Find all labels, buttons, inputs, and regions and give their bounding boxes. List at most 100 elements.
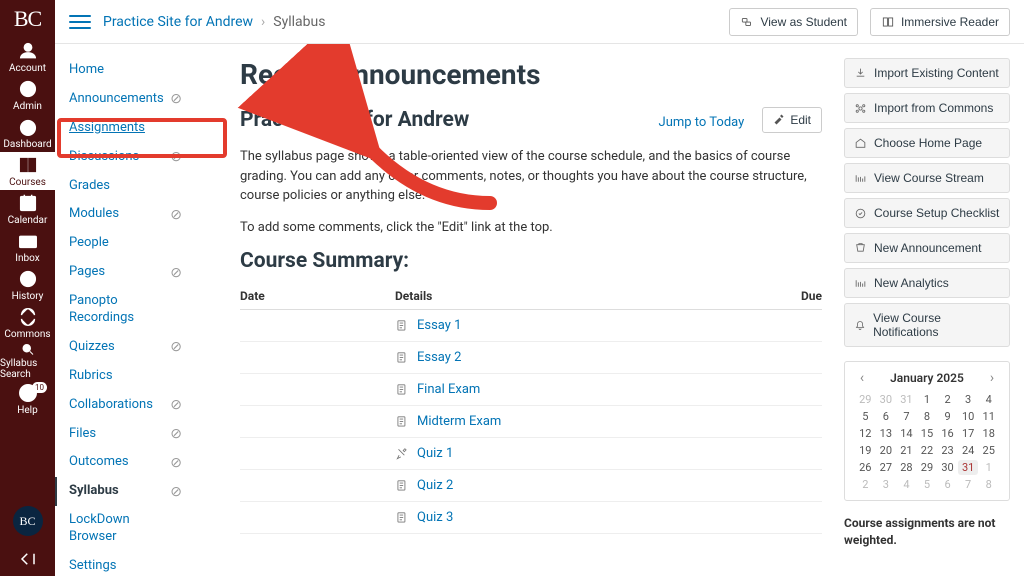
action-label: New Analytics <box>874 276 949 290</box>
calendar-day[interactable]: 31 <box>958 460 979 475</box>
calendar-day[interactable]: 31 <box>896 392 917 407</box>
view-as-student-button[interactable]: View as Student <box>729 8 858 36</box>
calendar-day[interactable]: 21 <box>896 443 917 458</box>
summary-item-link[interactable]: Final Exam <box>417 382 480 397</box>
calendar-day[interactable]: 23 <box>937 443 958 458</box>
summary-item-link[interactable]: Quiz 2 <box>417 478 453 493</box>
action-choose-home-page[interactable]: Choose Home Page <box>844 128 1010 158</box>
calendar-day[interactable]: 3 <box>958 392 979 407</box>
summary-item-link[interactable]: Midterm Exam <box>417 414 501 429</box>
calendar-day[interactable]: 14 <box>896 426 917 441</box>
immersive-reader-button[interactable]: Immersive Reader <box>870 8 1010 36</box>
nav-inbox[interactable]: Inbox <box>0 228 55 266</box>
calendar-day[interactable]: 29 <box>917 460 938 475</box>
calendar-day[interactable]: 2 <box>855 477 876 492</box>
calendar-day[interactable]: 30 <box>937 460 958 475</box>
summary-item-link[interactable]: Quiz 3 <box>417 510 453 525</box>
edit-label: Edit <box>790 113 811 127</box>
collapse-nav-button[interactable] <box>0 542 55 576</box>
brand-logo[interactable]: BC <box>0 0 55 38</box>
action-new-analytics[interactable]: New Analytics <box>844 268 1010 298</box>
calendar-day[interactable]: 6 <box>937 477 958 492</box>
nav-commons[interactable]: Commons <box>0 304 55 342</box>
breadcrumb-course[interactable]: Practice Site for Andrew <box>103 14 253 30</box>
nav-account[interactable]: Account <box>0 38 55 76</box>
nav-syllabus-search[interactable]: Syllabus Search <box>0 342 55 380</box>
calendar-day[interactable]: 3 <box>876 477 897 492</box>
calendar-prev-button[interactable]: ‹ <box>855 370 869 386</box>
calendar-day[interactable]: 4 <box>896 477 917 492</box>
action-import-existing-content[interactable]: Import Existing Content <box>844 58 1010 88</box>
calendar-day[interactable]: 11 <box>978 409 999 424</box>
coursenav-files[interactable]: Files <box>67 420 98 449</box>
calendar-day[interactable]: 7 <box>958 477 979 492</box>
coursenav-panopto-recordings[interactable]: Panopto Recordings <box>67 287 182 333</box>
calendar-next-button[interactable]: › <box>985 370 999 386</box>
calendar-day[interactable]: 13 <box>876 426 897 441</box>
action-new-announcement[interactable]: New Announcement <box>844 233 1010 263</box>
calendar-day[interactable]: 8 <box>978 477 999 492</box>
calendar-day[interactable]: 18 <box>978 426 999 441</box>
calendar-day[interactable]: 26 <box>855 460 876 475</box>
calendar-day[interactable]: 7 <box>896 409 917 424</box>
calendar-day[interactable]: 12 <box>855 426 876 441</box>
calendar-day[interactable]: 27 <box>876 460 897 475</box>
calendar-day[interactable]: 28 <box>896 460 917 475</box>
coursenav-assignments[interactable]: Assignments <box>67 114 147 143</box>
calendar-day[interactable]: 24 <box>958 443 979 458</box>
calendar-day[interactable]: 17 <box>958 426 979 441</box>
calendar-day[interactable]: 15 <box>917 426 938 441</box>
coursenav-rubrics[interactable]: Rubrics <box>67 362 115 391</box>
calendar-day[interactable]: 9 <box>937 409 958 424</box>
action-course-setup-checklist[interactable]: Course Setup Checklist <box>844 198 1010 228</box>
calendar-day[interactable]: 6 <box>876 409 897 424</box>
calendar-day[interactable]: 10 <box>958 409 979 424</box>
summary-item-link[interactable]: Essay 1 <box>417 318 461 333</box>
coursenav-grades[interactable]: Grades <box>67 172 112 201</box>
nav-help[interactable]: Help10 <box>0 380 55 418</box>
nav-dashboard[interactable]: Dashboard <box>0 114 55 152</box>
coursenav-people[interactable]: People <box>67 229 111 258</box>
calendar-day[interactable]: 8 <box>917 409 938 424</box>
nav-label: Commons <box>4 329 50 340</box>
action-import-from-commons[interactable]: Import from Commons <box>844 93 1010 123</box>
edit-button[interactable]: Edit <box>762 107 822 133</box>
calendar-day[interactable]: 19 <box>855 443 876 458</box>
coursenav-settings[interactable]: Settings <box>67 552 118 576</box>
jump-to-today-link[interactable]: Jump to Today <box>659 115 745 130</box>
coursenav-modules[interactable]: Modules <box>67 200 121 229</box>
summary-item-link[interactable]: Quiz 1 <box>417 446 453 461</box>
calendar-day[interactable]: 5 <box>917 477 938 492</box>
nav-calendar[interactable]: Calendar <box>0 190 55 228</box>
calendar-day[interactable]: 1 <box>917 392 938 407</box>
calendar-day[interactable]: 16 <box>937 426 958 441</box>
coursenav-collaborations[interactable]: Collaborations <box>67 391 155 420</box>
coursenav-announcements[interactable]: Announcements <box>67 85 166 114</box>
nav-history[interactable]: History <box>0 266 55 304</box>
calendar-day[interactable]: 5 <box>855 409 876 424</box>
coursenav-discussions[interactable]: Discussions <box>67 143 141 172</box>
coursenav-outcomes[interactable]: Outcomes <box>67 448 131 477</box>
mini-calendar: ‹ January 2025 › 29303112345678910111213… <box>844 361 1010 501</box>
coursenav-lockdown-browser[interactable]: LockDown Browser <box>67 506 182 552</box>
calendar-day[interactable]: 25 <box>978 443 999 458</box>
nav-admin[interactable]: Admin <box>0 76 55 114</box>
calendar-day[interactable]: 30 <box>876 392 897 407</box>
coursenav-quizzes[interactable]: Quizzes <box>67 333 117 362</box>
action-view-course-stream[interactable]: View Course Stream <box>844 163 1010 193</box>
action-view-course-notifications[interactable]: View Course Notifications <box>844 303 1010 347</box>
coursenav-pages[interactable]: Pages <box>67 258 107 287</box>
calendar-day[interactable]: 2 <box>937 392 958 407</box>
calendar-day[interactable]: 1 <box>978 460 999 475</box>
coursenav-home[interactable]: Home <box>67 56 106 85</box>
coursenav-syllabus[interactable]: Syllabus <box>67 477 121 506</box>
avatar[interactable]: BC <box>13 506 43 536</box>
calendar-icon <box>17 192 39 214</box>
calendar-day[interactable]: 22 <box>917 443 938 458</box>
nav-courses[interactable]: Courses <box>0 152 55 190</box>
calendar-day[interactable]: 29 <box>855 392 876 407</box>
summary-item-link[interactable]: Essay 2 <box>417 350 461 365</box>
calendar-day[interactable]: 4 <box>978 392 999 407</box>
hamburger-icon[interactable] <box>69 11 91 33</box>
calendar-day[interactable]: 20 <box>876 443 897 458</box>
